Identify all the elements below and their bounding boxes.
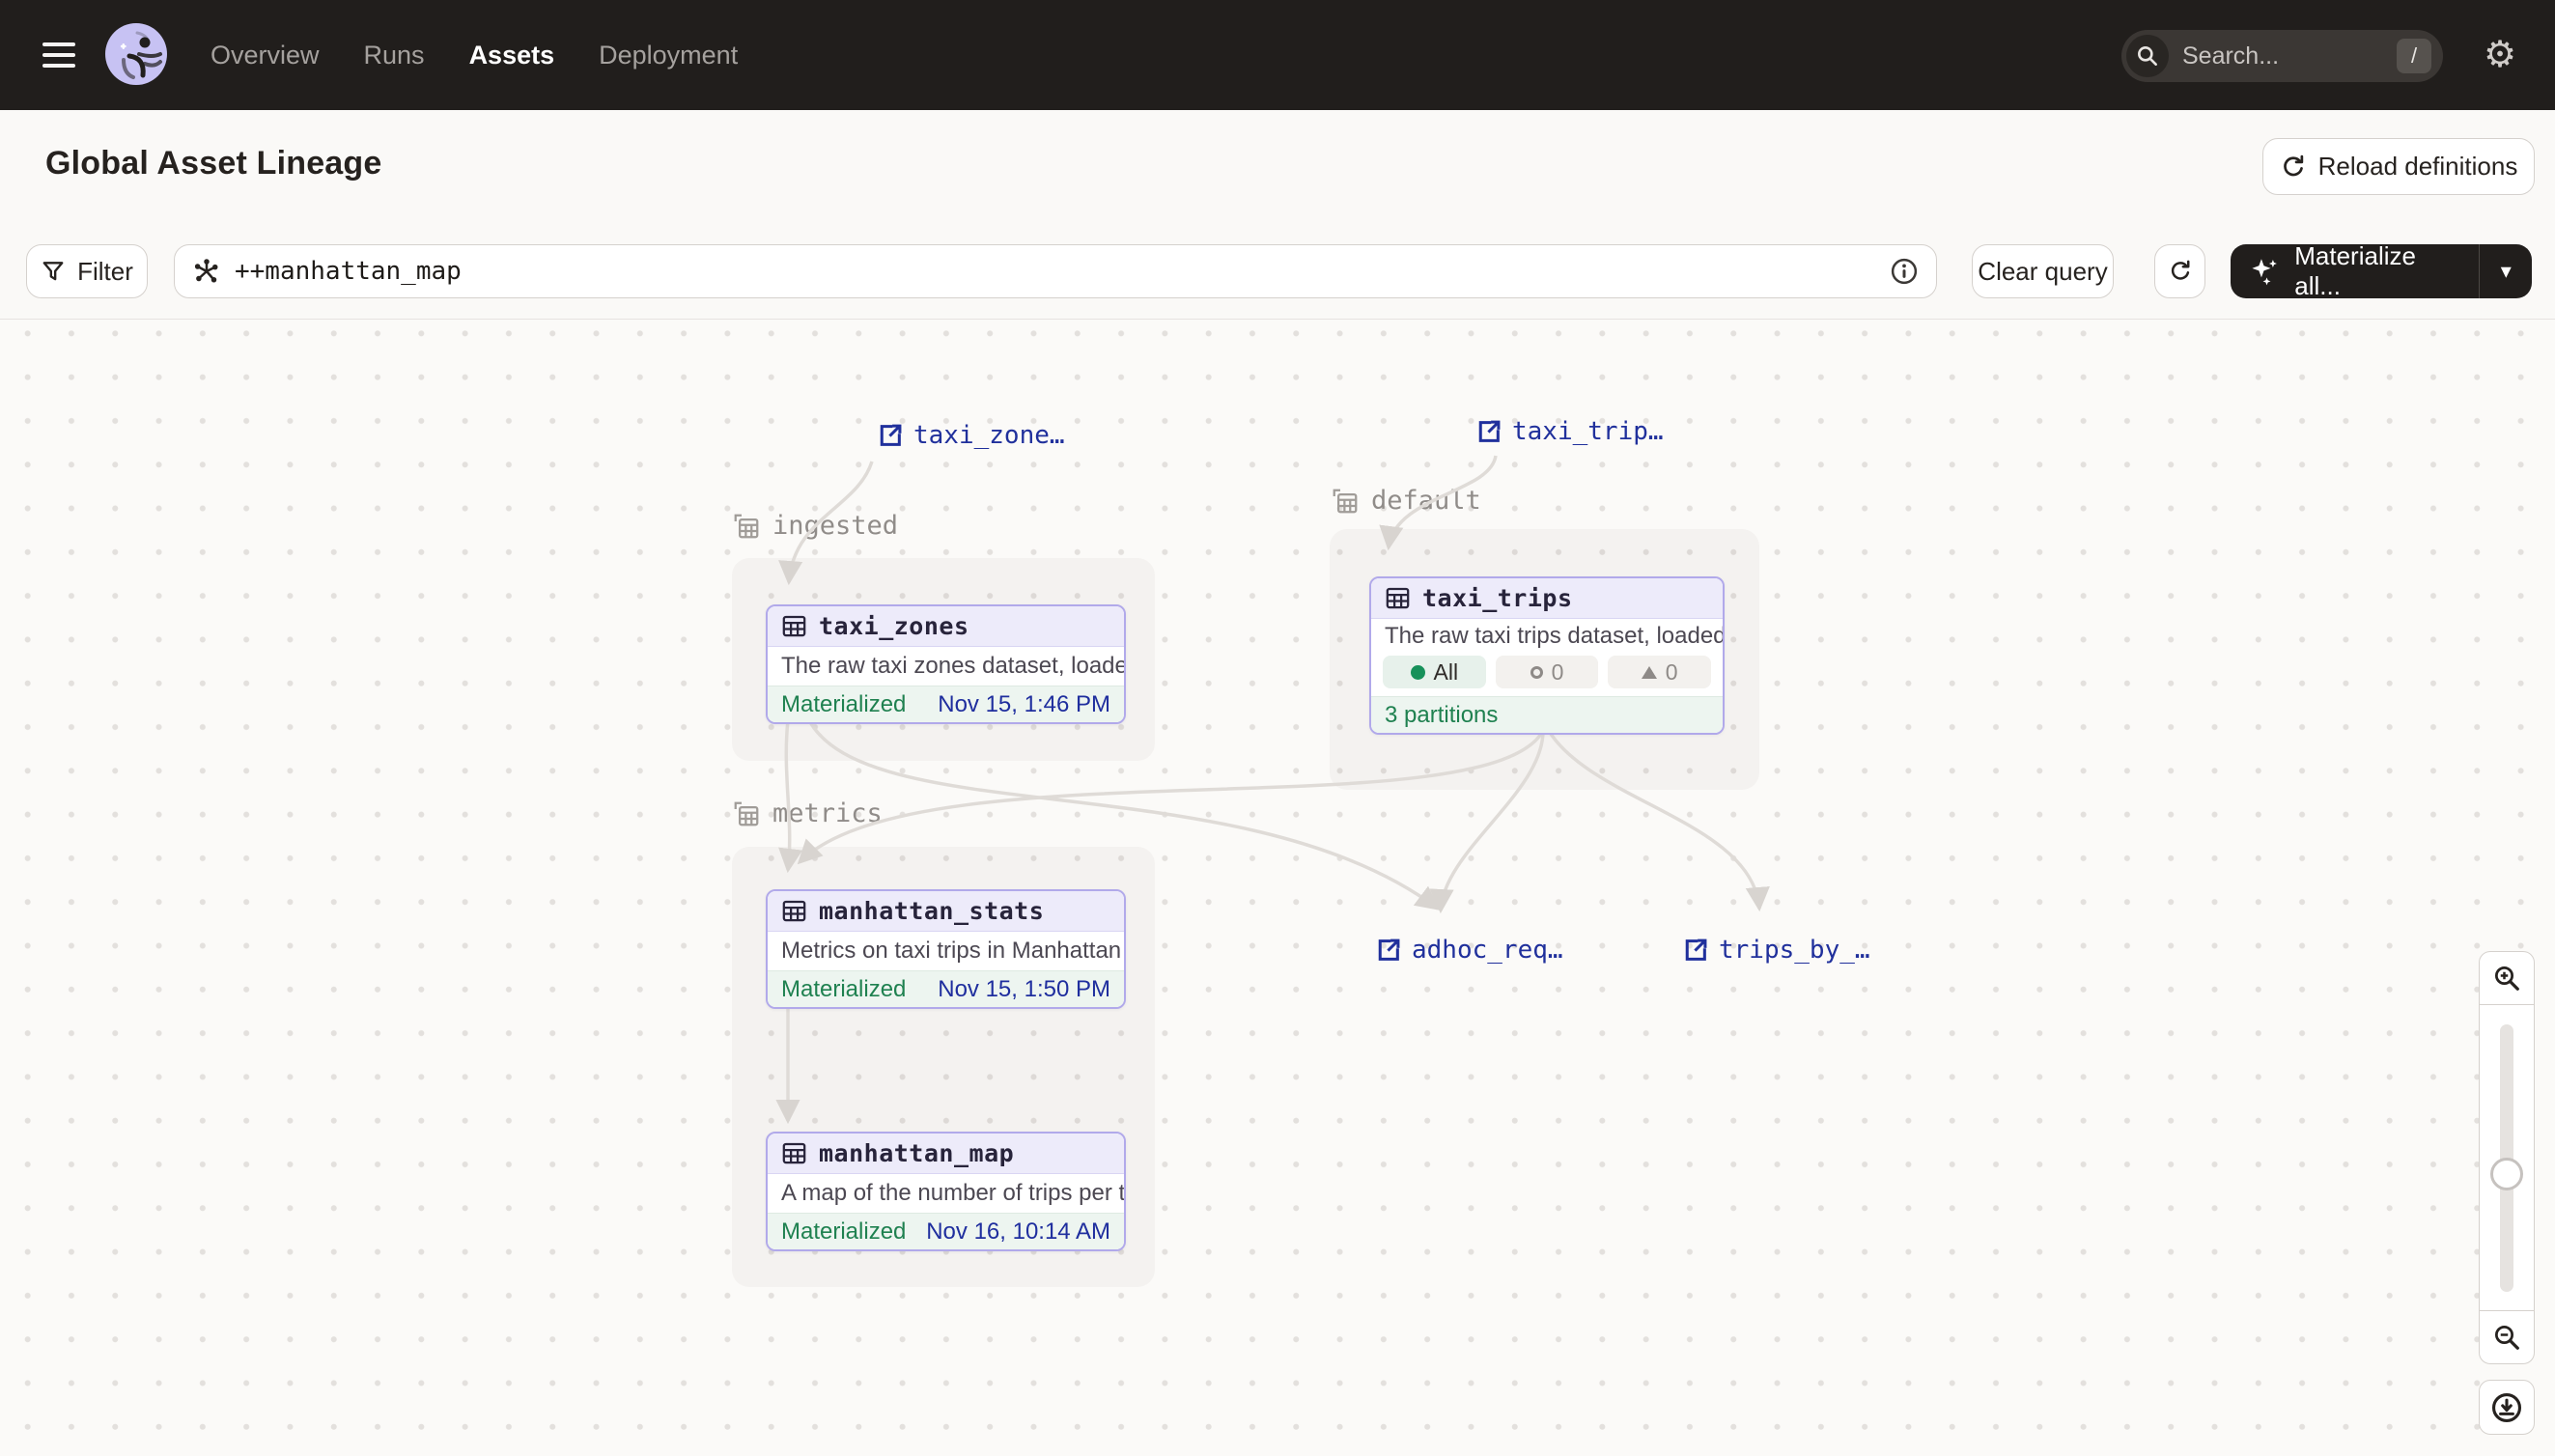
asset-description: The raw taxi zones dataset, loaded int..…: [768, 647, 1124, 686]
reload-icon: [2280, 154, 2307, 181]
external-link-icon: [877, 422, 904, 449]
group-label-default[interactable]: default: [1331, 486, 1481, 516]
materialize-all-button[interactable]: Materialize all... ▾: [2231, 244, 2532, 298]
success-dot-icon: [1411, 665, 1425, 680]
asset-status-bar: Materialized Nov 16, 10:14 AM: [768, 1213, 1124, 1249]
asset-group-icon: [732, 512, 761, 541]
asset-node-header: taxi_zones: [768, 606, 1124, 647]
zoom-out-button[interactable]: [2479, 1310, 2535, 1364]
reload-definitions-button[interactable]: Reload definitions: [2262, 138, 2535, 195]
sparkle-icon: [2246, 252, 2283, 291]
asset-group-icon: [1331, 487, 1360, 516]
asset-name: manhattan_map: [819, 1139, 1014, 1167]
external-asset-taxi-zone[interactable]: taxi_zone…: [877, 421, 1065, 450]
external-asset-adhoc-req[interactable]: adhoc_req…: [1375, 936, 1563, 965]
refresh-button[interactable]: [2154, 244, 2205, 298]
asset-name: manhattan_stats: [819, 897, 1044, 925]
materialized-timestamp[interactable]: Nov 15, 1:50 PM: [938, 976, 1110, 1003]
refresh-icon: [2168, 259, 2193, 284]
external-link-icon: [1682, 937, 1709, 964]
download-icon: [2490, 1391, 2523, 1424]
partition-health-row: All 0 0: [1371, 654, 1723, 696]
zoom-in-icon: [2492, 964, 2521, 993]
asset-node-manhattan-map[interactable]: manhattan_map A map of the number of tri…: [766, 1132, 1126, 1251]
search-placeholder: Search...: [2182, 42, 2397, 70]
asset-node-header: manhattan_stats: [768, 891, 1124, 932]
gear-icon[interactable]: ⚙: [2484, 32, 2516, 78]
table-icon: [781, 1140, 807, 1166]
partitions-all-pill[interactable]: All: [1383, 656, 1486, 688]
zoom-in-button[interactable]: [2479, 951, 2535, 1005]
lineage-edges: [0, 320, 2555, 1456]
materialized-label: Materialized: [781, 1218, 906, 1246]
asset-name: taxi_zones: [819, 612, 969, 640]
page-title: Global Asset Lineage: [45, 145, 382, 182]
asset-description: The raw taxi trips dataset, loaded into …: [1371, 619, 1723, 654]
materialized-timestamp[interactable]: Nov 16, 10:14 AM: [926, 1218, 1110, 1246]
info-icon[interactable]: [1890, 257, 1919, 286]
ring-icon: [1530, 666, 1543, 679]
asset-node-header: manhattan_map: [768, 1134, 1124, 1174]
external-link-icon: [1375, 937, 1402, 964]
table-icon: [1385, 585, 1411, 611]
materialize-dropdown-caret[interactable]: ▾: [2480, 259, 2532, 284]
external-link-icon: [1475, 418, 1502, 445]
triangle-icon: [1642, 666, 1657, 679]
group-label-ingested[interactable]: ingested: [732, 511, 898, 541]
asset-status-bar: 3 partitions: [1371, 696, 1723, 733]
asset-description: Metrics on taxi trips in Manhattan: [768, 932, 1124, 970]
nav-deployment[interactable]: Deployment: [599, 41, 738, 70]
external-asset-trips-by[interactable]: trips_by_…: [1682, 936, 1870, 965]
page-header: Global Asset Lineage Reload definitions: [0, 110, 2555, 220]
zoom-slider[interactable]: [2479, 1005, 2535, 1311]
nav-overview[interactable]: Overview: [211, 41, 320, 70]
nav-assets[interactable]: Assets: [469, 41, 555, 70]
filter-funnel-icon: [41, 259, 66, 284]
materialize-all-label: Materialize all...: [2294, 241, 2461, 301]
asset-status-bar: Materialized Nov 15, 1:46 PM: [768, 686, 1124, 722]
partitions-failed-pill[interactable]: 0: [1496, 656, 1599, 688]
partitions-missing-pill[interactable]: 0: [1608, 656, 1711, 688]
table-icon: [781, 613, 807, 639]
dagster-logo[interactable]: [102, 21, 170, 89]
materialized-label: Materialized: [781, 976, 906, 1003]
clear-query-button[interactable]: Clear query: [1972, 244, 2114, 298]
asset-node-taxi-zones[interactable]: taxi_zones The raw taxi zones dataset, l…: [766, 604, 1126, 724]
external-asset-taxi-trip[interactable]: taxi_trip…: [1475, 417, 1664, 446]
asset-selection-input[interactable]: ++manhattan_map: [174, 244, 1937, 298]
download-image-button[interactable]: [2479, 1380, 2535, 1435]
main-nav: Overview Runs Assets Deployment: [211, 0, 738, 110]
asset-node-manhattan-stats[interactable]: manhattan_stats Metrics on taxi trips in…: [766, 889, 1126, 1009]
hamburger-menu-icon[interactable]: [42, 37, 79, 73]
nav-runs[interactable]: Runs: [364, 41, 425, 70]
search-shortcut-badge: /: [2397, 39, 2431, 73]
zoom-out-icon: [2492, 1323, 2521, 1352]
zoom-controls: [2479, 951, 2535, 1364]
zoom-slider-thumb[interactable]: [2490, 1158, 2523, 1190]
asset-status-bar: Materialized Nov 15, 1:50 PM: [768, 970, 1124, 1007]
search-input[interactable]: Search... /: [2121, 30, 2443, 82]
asset-group-icon: [732, 799, 761, 828]
materialized-timestamp[interactable]: Nov 15, 1:46 PM: [938, 691, 1110, 718]
filter-button[interactable]: Filter: [26, 244, 148, 298]
asset-name: taxi_trips: [1422, 584, 1573, 612]
asset-node-taxi-trips[interactable]: taxi_trips The raw taxi trips dataset, l…: [1369, 576, 1725, 735]
search-icon: [2126, 35, 2169, 77]
asset-selection-value: ++manhattan_map: [235, 257, 1890, 286]
op-selector-icon: [192, 257, 221, 286]
lineage-canvas[interactable]: ingested metrics default taxi_zone… taxi…: [0, 320, 2555, 1456]
group-label-metrics[interactable]: metrics: [732, 798, 883, 828]
materialized-label: Materialized: [781, 691, 906, 718]
asset-description: A map of the number of trips per taxi z.…: [768, 1174, 1124, 1213]
lineage-toolbar: Filter ++manhattan_map Clear query Mater…: [0, 220, 2555, 320]
partitions-count-label[interactable]: 3 partitions: [1385, 702, 1498, 729]
asset-node-header: taxi_trips: [1371, 578, 1723, 619]
top-navigation-bar: Overview Runs Assets Deployment Search..…: [0, 0, 2555, 110]
table-icon: [781, 898, 807, 924]
